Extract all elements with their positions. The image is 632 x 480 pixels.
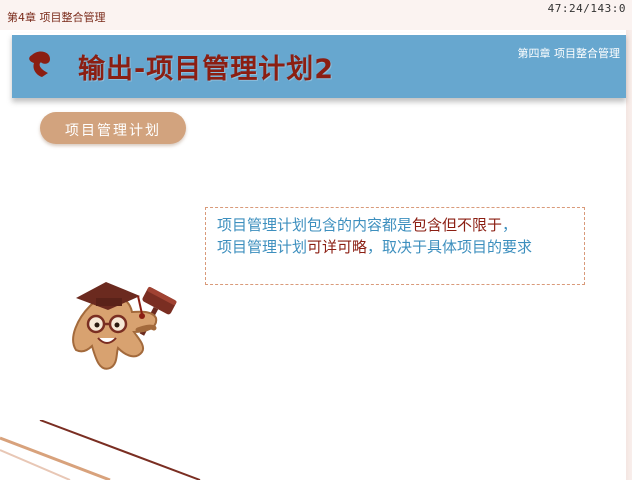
top-bar: 第4章 项目整合管理 47:24/143:0 [0,0,632,31]
line2-tail: ，取决于具体项目的要求 [367,238,533,256]
content-paragraph: 项目管理计划包含的内容都是包含但不限于， 项目管理计划可详可略，取决于具体项目的要… [217,214,577,258]
slide-title: 输出-项目管理计划2 [78,54,334,85]
section-pill-label: 项目管理计划 [65,123,161,139]
content-textbox: 项目管理计划包含的内容都是包含但不限于， 项目管理计划可详可略，取决于具体项目的要… [205,207,585,285]
chapter-label: 第4章 项目整合管理 [7,11,106,24]
line2-highlight: 可详可略 [307,238,368,256]
line1-punct: ， [502,216,518,234]
title-banner: 输出-项目管理计划2 第四章 项目整合管理 [12,33,626,98]
chapter-subtitle: 第四章 项目整合管理 [517,47,621,60]
line2-text: 项目管理计划 [217,238,308,256]
gavel-mascot-icon [72,282,177,370]
bullet-swirl-icon [29,51,50,77]
section-pill: 项目管理计划 [40,112,186,144]
line1-highlight: 包含但不限于 [412,216,503,234]
slide-left-margin [0,30,8,480]
slide-right-margin [626,30,632,480]
decorative-floor-lines [0,420,201,480]
playback-timer: 47:24/143:0 [547,2,626,15]
line1-text: 项目管理计划包含的内容都是 [217,216,413,234]
